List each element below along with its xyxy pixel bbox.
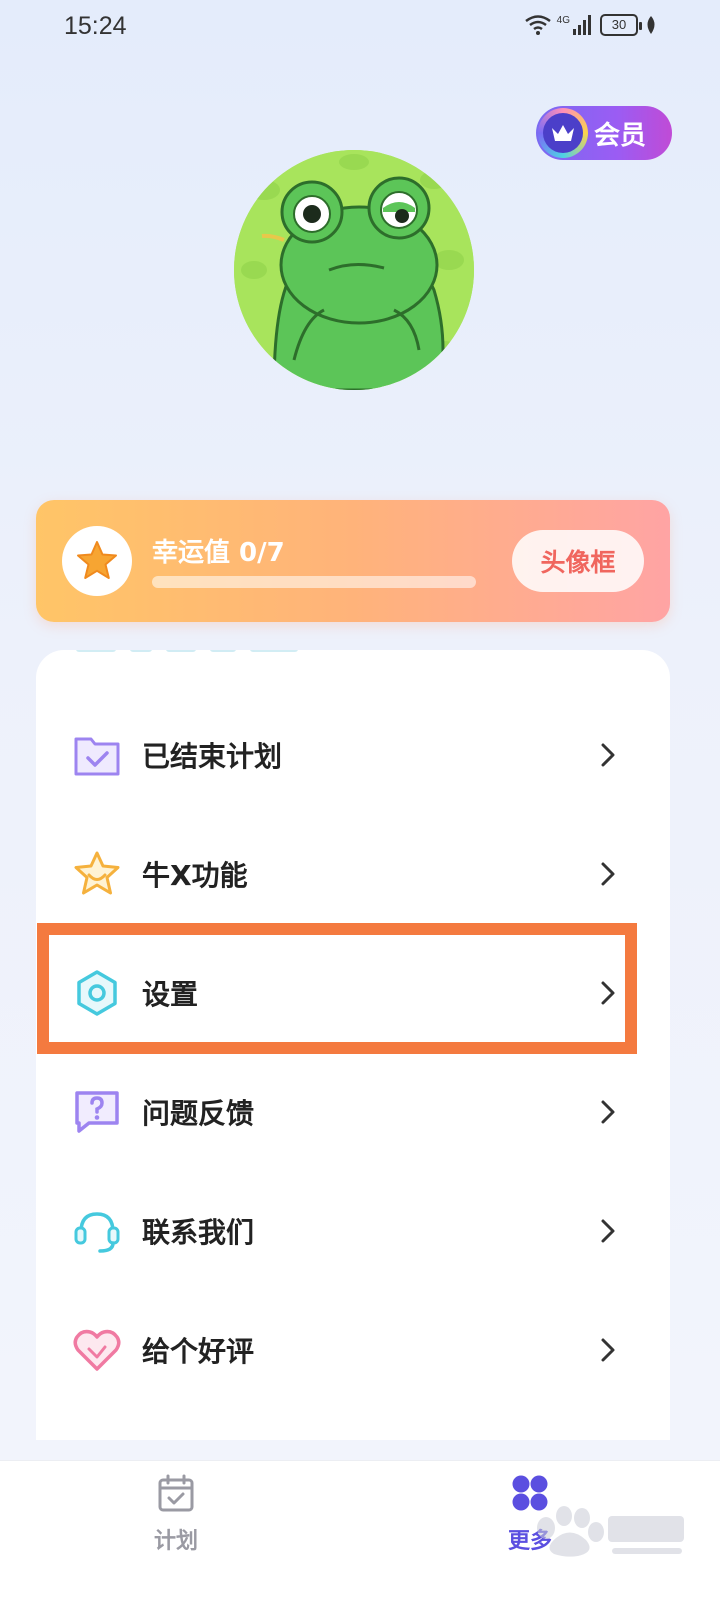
luck-progress-bar bbox=[152, 576, 476, 588]
menu-item-label: 已结束计划 bbox=[142, 740, 283, 773]
menu-item-label: 牛X功能 bbox=[142, 859, 248, 892]
menu-item-label: 问题反馈 bbox=[142, 1097, 255, 1130]
member-label: 会员 bbox=[594, 120, 647, 151]
tab-plan[interactable]: 计划 bbox=[116, 1473, 236, 1555]
luck-card[interactable]: 幸运值 0/7 头像框 bbox=[36, 500, 670, 622]
folder-check-icon bbox=[72, 730, 122, 780]
menu-item-feedback[interactable]: 问题反馈 bbox=[36, 1053, 670, 1171]
menu-item-label: 联系我们 bbox=[142, 1216, 255, 1249]
menu-item-label: 给个好评 bbox=[142, 1335, 255, 1368]
status-icons: 4G 30 bbox=[524, 14, 658, 36]
leaf-icon bbox=[647, 16, 655, 34]
network-type: 4G bbox=[556, 14, 570, 26]
menu-item-ended-plans[interactable]: 已结束计划 bbox=[36, 696, 670, 814]
calendar-check-icon bbox=[158, 1474, 194, 1512]
menu-item-contact-us[interactable]: 联系我们 bbox=[36, 1172, 670, 1290]
frog-avatar-image bbox=[234, 150, 474, 390]
chevron-right-icon bbox=[601, 1100, 615, 1124]
wifi-icon bbox=[524, 15, 551, 35]
chevron-right-icon bbox=[601, 1338, 615, 1362]
avatar-frame-button[interactable]: 头像框 bbox=[512, 530, 644, 592]
tab-label: 计划 bbox=[153, 1529, 198, 1554]
status-time: 15:24 bbox=[64, 12, 127, 40]
menu-item-pro-features[interactable]: 牛X功能 bbox=[36, 815, 670, 933]
baidu-watermark-logo bbox=[537, 1506, 684, 1557]
settings-highlight-annotation bbox=[37, 923, 637, 1054]
battery-indicator: 30 bbox=[600, 14, 642, 36]
chevron-right-icon bbox=[601, 862, 615, 886]
chevron-right-icon bbox=[601, 743, 615, 767]
star-smile-icon bbox=[72, 849, 122, 899]
status-bar: 15:24 4G 30 bbox=[0, 0, 720, 56]
member-button[interactable]: 会员 bbox=[536, 106, 672, 160]
star-icon bbox=[77, 541, 117, 579]
luck-star-badge bbox=[62, 526, 132, 596]
signal-icon bbox=[573, 15, 591, 35]
feedback-question-icon bbox=[72, 1087, 122, 1137]
crown-icon bbox=[538, 108, 588, 158]
avatar[interactable] bbox=[234, 150, 474, 390]
menu-item-rate-us[interactable]: 给个好评 bbox=[36, 1291, 670, 1409]
scrolled-item-remnant bbox=[76, 650, 298, 662]
headset-icon bbox=[72, 1206, 122, 1256]
luck-value-label: 幸运值 0/7 bbox=[152, 538, 285, 568]
heart-icon bbox=[72, 1325, 122, 1375]
chevron-right-icon bbox=[601, 1219, 615, 1243]
